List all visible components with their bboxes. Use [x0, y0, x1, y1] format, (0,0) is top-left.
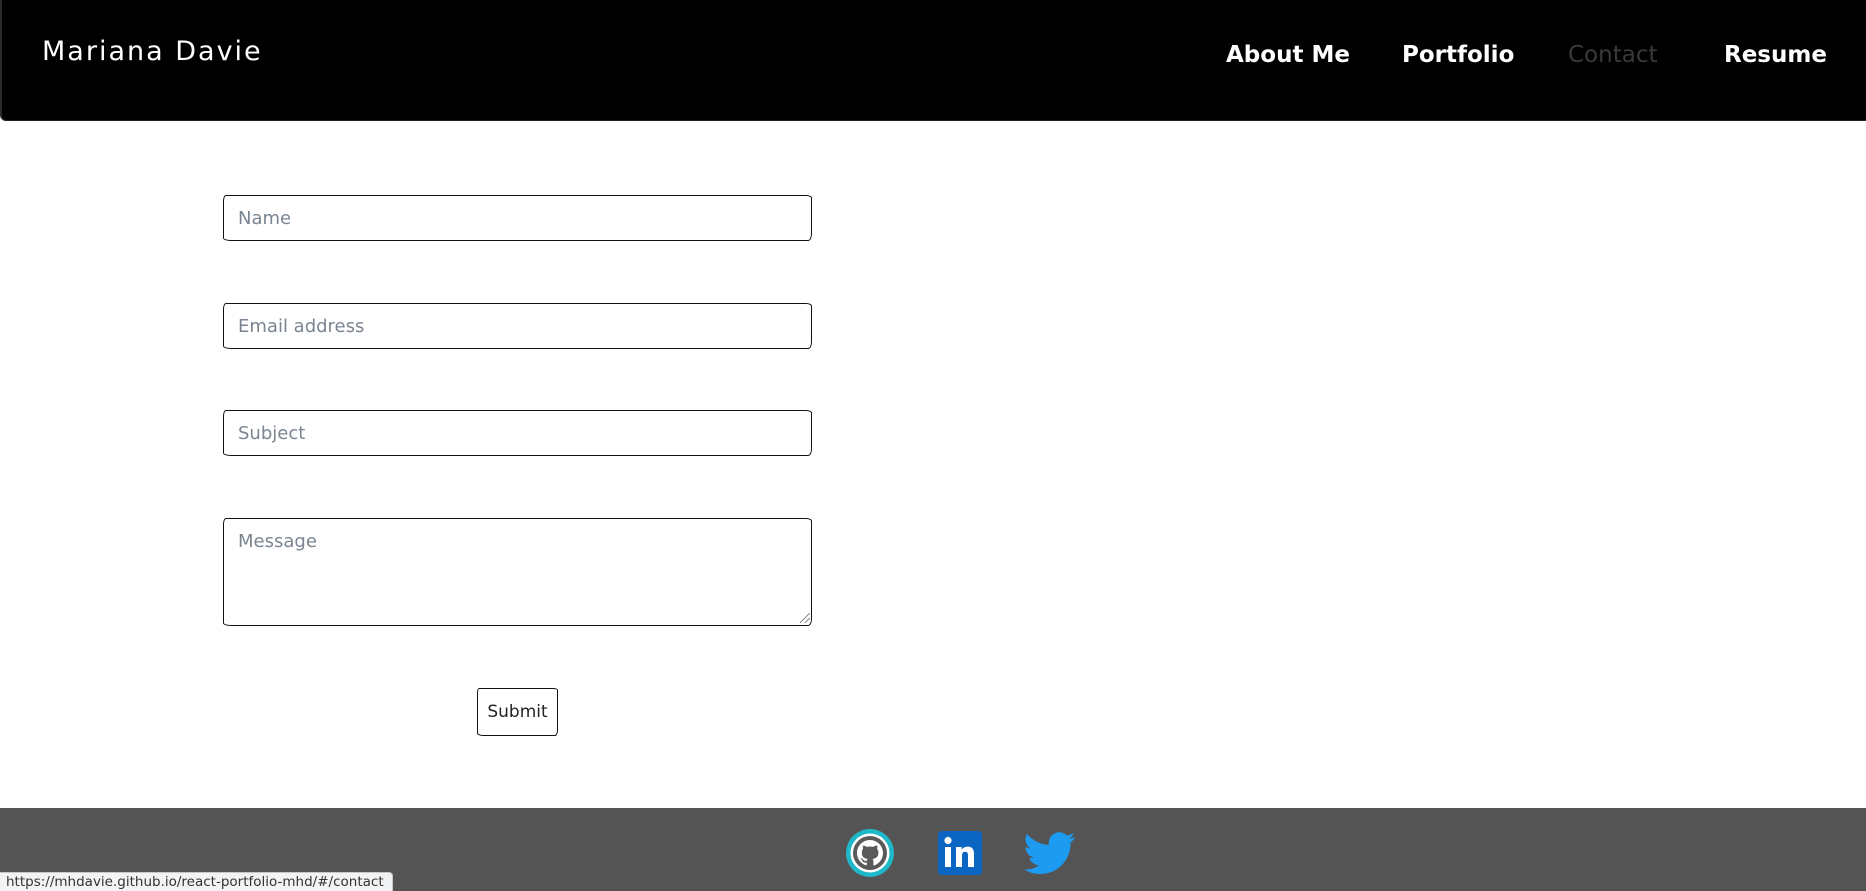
submit-button[interactable]: Submit [477, 688, 558, 736]
subject-input[interactable] [223, 410, 812, 456]
twitter-link[interactable] [1024, 827, 1076, 879]
linkedin-link[interactable] [934, 827, 986, 879]
navbar: Mariana Davie About Me Portfolio Contact… [0, 0, 1866, 121]
browser-status-bar: https://mhdavie.github.io/react-portfoli… [0, 872, 393, 891]
brand-name[interactable]: Mariana Davie [42, 36, 263, 67]
nav-portfolio[interactable]: Portfolio [1402, 42, 1514, 68]
twitter-icon [1024, 832, 1076, 875]
textarea-resize-handle[interactable] [800, 613, 810, 623]
linkedin-icon [938, 831, 982, 875]
github-icon [846, 829, 894, 877]
name-input[interactable] [223, 195, 812, 241]
nav-resume[interactable]: Resume [1724, 42, 1827, 68]
message-textarea[interactable] [223, 518, 812, 626]
nav-contact[interactable]: Contact [1568, 42, 1657, 68]
nav-about-me[interactable]: About Me [1226, 42, 1350, 68]
email-input[interactable] [223, 303, 812, 349]
github-link[interactable] [844, 827, 896, 879]
